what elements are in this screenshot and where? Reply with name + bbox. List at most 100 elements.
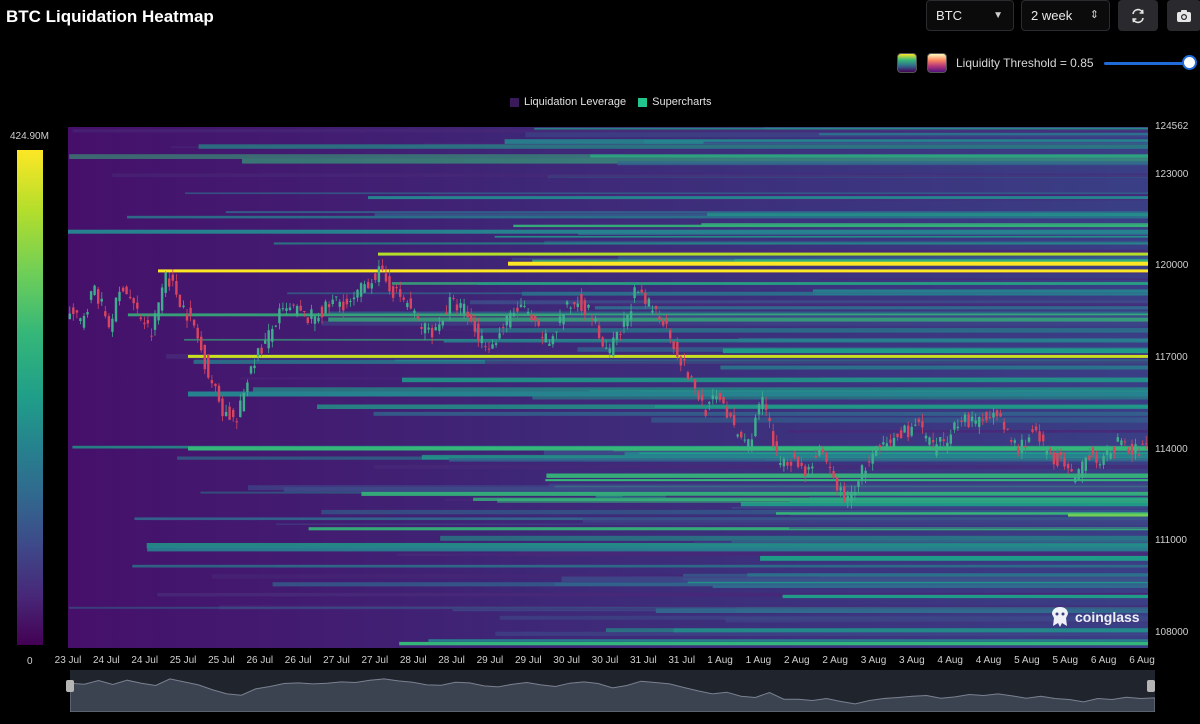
candle-body	[530, 314, 533, 321]
candle-body	[551, 336, 555, 345]
colorbar-min-label: 0	[27, 656, 33, 667]
heatmap-band	[287, 292, 1148, 295]
candle-body	[608, 348, 611, 354]
candle-body	[814, 455, 817, 458]
candle-body	[661, 320, 665, 326]
candle-body	[484, 346, 487, 348]
heatmap-band	[185, 192, 1148, 195]
candle-body	[434, 327, 437, 331]
heatmap-band	[132, 564, 1148, 568]
candle-body	[711, 395, 714, 399]
candle-body	[800, 462, 803, 466]
x-tick-label: 5 Aug	[1014, 655, 1040, 666]
candle-body	[672, 341, 675, 350]
candle-body	[565, 301, 569, 305]
candle-body	[995, 410, 999, 417]
heatmap-band	[546, 473, 1148, 478]
heatmap-band	[283, 487, 1148, 492]
candle-body	[455, 304, 459, 311]
refresh-button[interactable]	[1118, 0, 1158, 31]
x-tick-label: 31 Jul	[630, 655, 657, 666]
candle-body	[171, 274, 174, 281]
candle-body	[992, 412, 995, 418]
candle-body	[466, 311, 469, 318]
heatmap-band	[477, 282, 1148, 285]
threshold-label: Liquidity Threshold = 0.85	[956, 56, 1094, 70]
heatmap-band	[639, 452, 1148, 454]
candle-body	[459, 303, 462, 308]
candle-body	[335, 296, 338, 298]
candle-body	[121, 287, 125, 292]
refresh-icon	[1132, 8, 1144, 23]
candle-body	[203, 344, 206, 370]
candle-body	[68, 313, 71, 320]
x-tick-label: 2 Aug	[783, 655, 810, 666]
x-tick-label: 25 Jul	[169, 655, 197, 666]
candle-body	[150, 335, 153, 337]
heatmap-band	[273, 242, 1148, 245]
candle-body	[480, 335, 484, 344]
candle-body	[747, 439, 750, 448]
candle-body	[903, 425, 906, 433]
candle-body	[136, 302, 139, 309]
candle-body	[498, 333, 501, 339]
candle-body	[1002, 421, 1006, 430]
candle-body	[239, 400, 242, 418]
candle-body	[782, 458, 786, 467]
heatmap-band	[722, 348, 1148, 354]
candle-body	[1091, 447, 1095, 455]
magma-palette-swatch[interactable]	[927, 53, 947, 73]
legend-item-liquidation-leverage[interactable]: Liquidation Leverage	[510, 96, 626, 108]
updown-icon: ⇕	[1089, 9, 1099, 21]
symbol-select[interactable]: BTC ▼	[926, 0, 1014, 31]
coinglass-watermark: coinglass	[1050, 606, 1140, 628]
candle-body	[558, 316, 562, 323]
candle-body	[534, 315, 537, 321]
candle-body	[597, 325, 601, 339]
candle-body	[196, 327, 199, 339]
candle-body	[917, 419, 921, 422]
x-tick-label: 2 Aug	[822, 655, 848, 666]
candle-body	[658, 316, 661, 320]
heatmap-band	[820, 278, 1148, 280]
candle-body	[246, 382, 249, 392]
candle-body	[1020, 439, 1024, 453]
candle-body	[580, 294, 583, 311]
candle-body	[644, 292, 647, 304]
time-navigator[interactable]	[69, 670, 1156, 713]
candle-body	[413, 310, 416, 314]
candle-body	[306, 317, 309, 323]
candle-body	[1070, 469, 1073, 472]
x-tick-label: 6 Aug	[1090, 655, 1117, 666]
candle-body	[889, 439, 892, 443]
candle-body	[97, 289, 100, 304]
candle-body	[509, 312, 512, 328]
heatmap-band	[655, 405, 1148, 408]
candle-body	[899, 430, 903, 439]
candle-body	[249, 366, 253, 374]
candle-body	[487, 348, 491, 350]
candle-body	[423, 323, 427, 334]
legend-item-supercharts[interactable]: Supercharts	[638, 96, 711, 108]
candle-body	[1074, 476, 1077, 483]
navigator-left-handle[interactable]	[66, 680, 74, 692]
candle-body	[981, 419, 984, 421]
navigator-right-handle[interactable]	[1147, 680, 1155, 692]
screenshot-button[interactable]	[1167, 0, 1200, 31]
heatmap-plot[interactable]	[68, 127, 1148, 648]
candle-body	[253, 365, 256, 369]
candle-body	[1113, 447, 1116, 453]
candle-body	[324, 301, 327, 314]
range-select[interactable]: 2 week ⇕	[1021, 0, 1110, 31]
threshold-slider-track[interactable]	[1104, 62, 1188, 65]
candle-body	[264, 340, 267, 344]
candle-body	[839, 487, 842, 491]
candle-body	[590, 318, 594, 320]
x-tick-label: 29 Jul	[476, 655, 504, 666]
threshold-slider-handle[interactable]	[1182, 55, 1197, 70]
viridis-palette-swatch[interactable]	[897, 53, 917, 73]
candle-body	[700, 394, 704, 401]
heatmap-band	[497, 498, 1148, 503]
candle-body	[317, 317, 320, 322]
candle-body	[143, 322, 146, 325]
